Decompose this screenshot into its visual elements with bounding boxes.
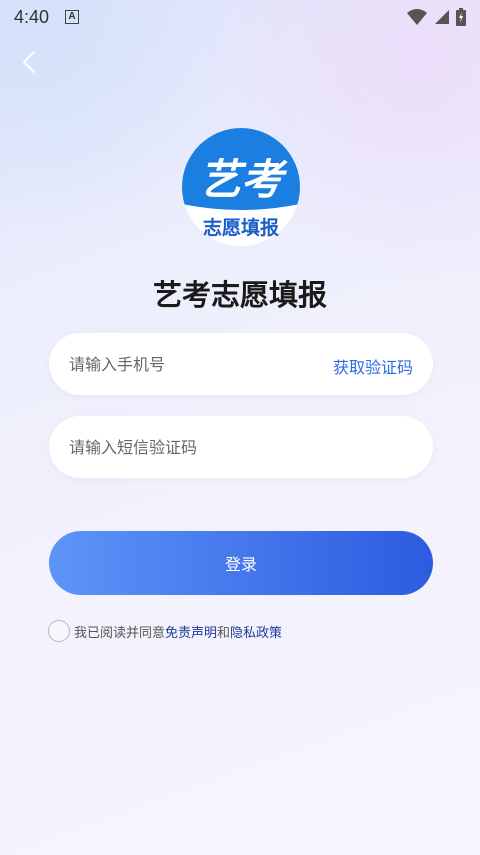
- status-bar: 4:40 A: [0, 0, 480, 34]
- agreement-row: 我已阅读并同意 免责声明 和 隐私政策: [48, 620, 282, 642]
- agreement-checkbox[interactable]: [48, 620, 70, 642]
- back-button[interactable]: [16, 48, 44, 76]
- app-logo: 艺考 志愿填报: [182, 128, 300, 246]
- status-time: 4:40: [14, 6, 50, 27]
- status-icons: [406, 8, 466, 26]
- logo-text-top: 艺考: [199, 155, 288, 204]
- agreement-connector: 和: [217, 625, 231, 641]
- phone-field: 获取验证码: [49, 333, 433, 395]
- signal-icon: [435, 10, 449, 24]
- login-button[interactable]: 登录: [49, 531, 433, 595]
- privacy-policy-link[interactable]: 隐私政策: [230, 622, 282, 641]
- battery-icon: [456, 8, 466, 26]
- chevron-left-icon: [23, 51, 35, 73]
- code-field: [49, 416, 433, 478]
- phone-input[interactable]: [69, 354, 333, 374]
- sms-code-input[interactable]: [69, 437, 413, 457]
- page-title: 艺考志愿填报: [152, 278, 327, 312]
- disclaimer-link[interactable]: 免责声明: [165, 622, 217, 641]
- agreement-prefix: 我已阅读并同意: [74, 625, 166, 641]
- notification-icon: A: [65, 10, 80, 24]
- get-code-button[interactable]: 获取验证码: [333, 354, 413, 378]
- wifi-icon: [407, 9, 427, 25]
- logo-text-bottom: 志愿填报: [203, 216, 279, 239]
